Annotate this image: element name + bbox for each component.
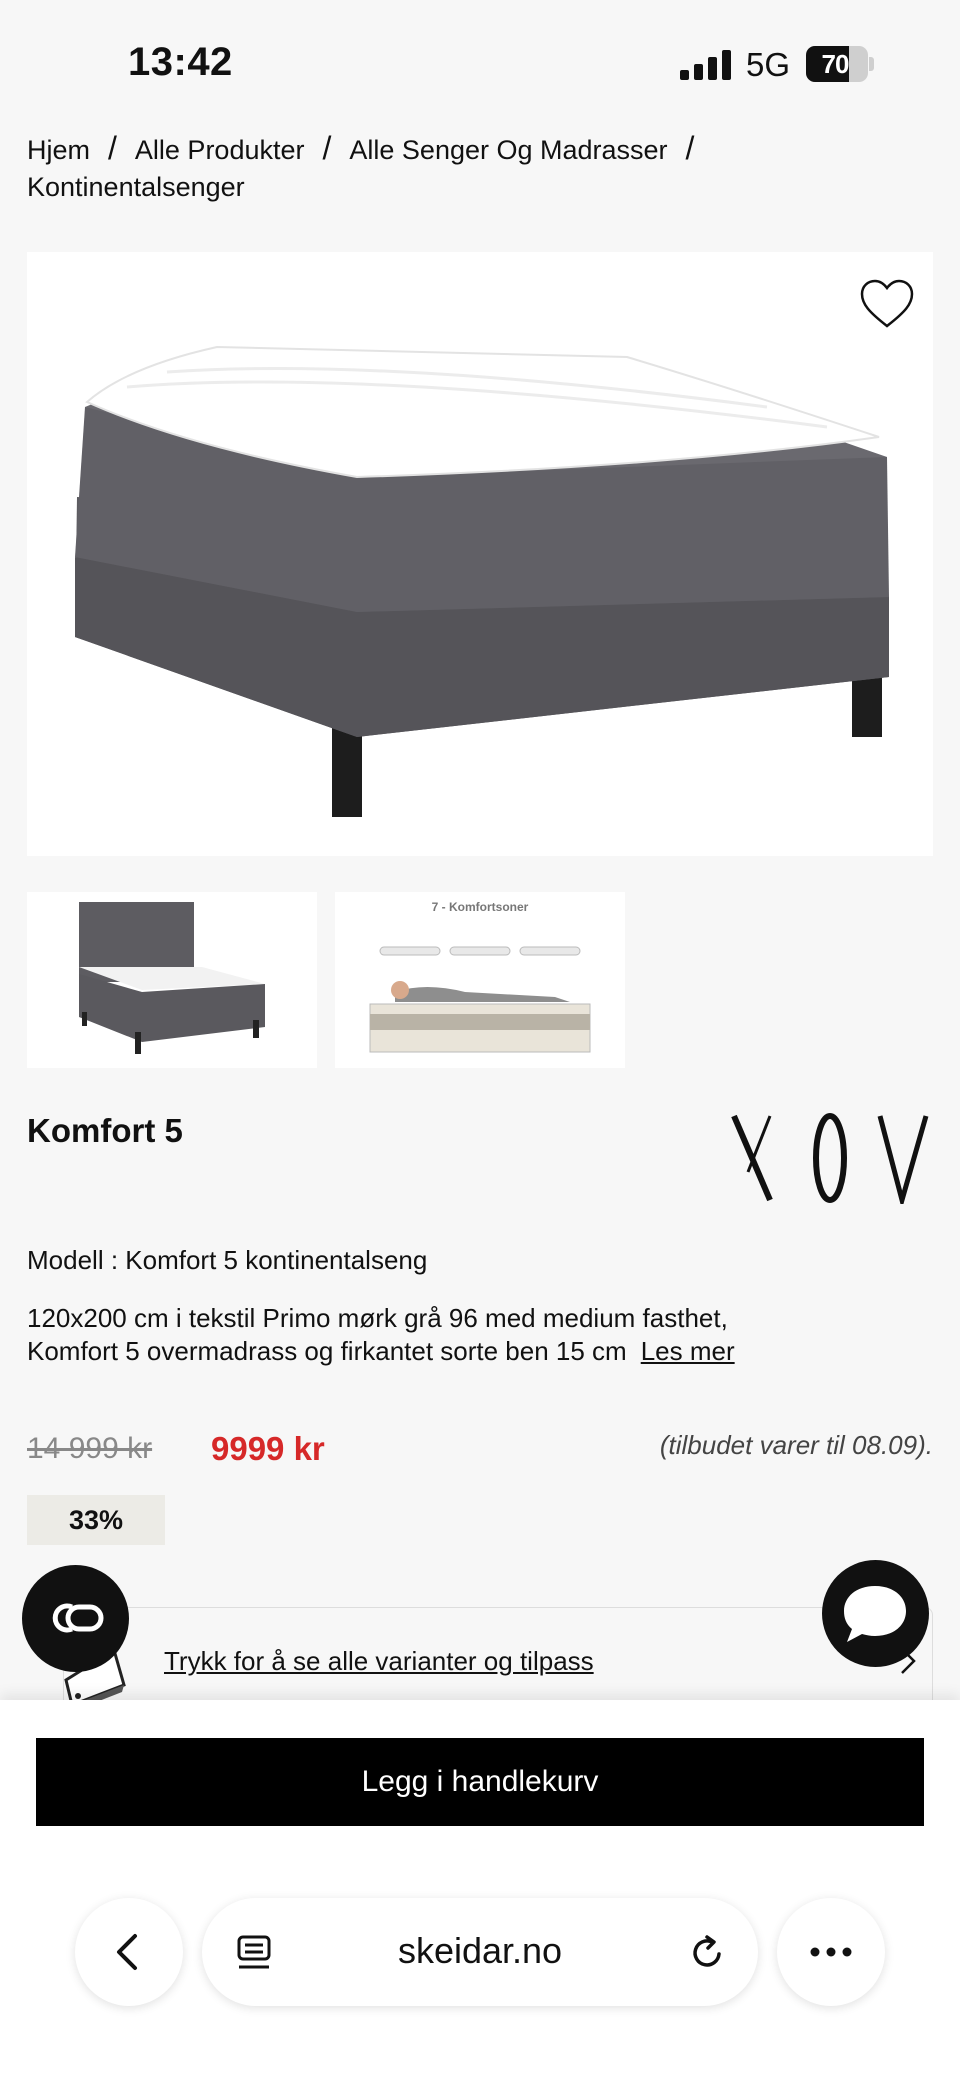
co-icon xyxy=(52,1603,104,1633)
status-bar: 13:42 5G 70 xyxy=(0,0,960,130)
breadcrumb-all-products[interactable]: Alle Produkter xyxy=(135,135,305,165)
variants-link[interactable]: Trykk for å se alle varianter og tilpass xyxy=(164,1646,594,1677)
back-button[interactable] xyxy=(75,1898,183,2006)
breadcrumb-home[interactable]: Hjem xyxy=(27,135,90,165)
thumbnail-comfort-zones[interactable]: 7 - Komfortsoner xyxy=(335,892,625,1068)
description-text: 120x200 cm i tekstil Primo mørk grå 96 m… xyxy=(27,1303,728,1366)
chat-button[interactable] xyxy=(822,1560,929,1667)
breadcrumb-separator: / xyxy=(322,130,332,166)
battery-icon: 70 xyxy=(806,46,874,82)
brand-logo xyxy=(731,1113,929,1204)
comfort-zones-image xyxy=(369,946,591,1053)
heart-icon[interactable] xyxy=(859,278,915,330)
read-more-link[interactable]: Les mer xyxy=(641,1336,735,1366)
more-icon xyxy=(810,1947,852,1957)
model-line: Modell : Komfort 5 kontinentalseng xyxy=(27,1245,428,1275)
add-to-cart-button[interactable]: Legg i handlekurv xyxy=(36,1738,924,1826)
status-time: 13:42 xyxy=(128,40,233,84)
thumbnail-bed[interactable] xyxy=(27,892,317,1068)
old-price: 14 999 kr xyxy=(27,1432,153,1465)
breadcrumb-separator: / xyxy=(108,130,117,166)
breadcrumb: Hjem / Alle Produkter / Alle Senger Og Madra… xyxy=(27,130,927,206)
product-description: 120x200 cm i tekstil Primo mørk grå 96 m… xyxy=(27,1302,787,1368)
reload-icon[interactable] xyxy=(688,1934,726,1972)
breadcrumb-beds-mattresses[interactable]: Alle Senger Og Madrasser xyxy=(349,135,667,165)
discount-badge: 33% xyxy=(27,1495,165,1545)
signal-icon xyxy=(680,50,731,80)
network-label: 5G xyxy=(746,46,791,83)
url-text: skeidar.no xyxy=(397,1930,563,1971)
product-main-image[interactable] xyxy=(27,252,933,856)
address-bar[interactable]: skeidar.no xyxy=(202,1898,758,2006)
chat-icon xyxy=(844,1586,906,1642)
co-button[interactable] xyxy=(22,1565,129,1672)
battery-percent: 70 xyxy=(821,49,850,79)
bed-thumbnail-image xyxy=(79,902,265,1054)
browser-toolbar: skeidar.no xyxy=(0,1880,960,2030)
breadcrumb-separator: / xyxy=(685,130,695,166)
product-title: Komfort 5 xyxy=(27,1112,183,1149)
thumbnail-title: 7 - Komfortsoner xyxy=(431,900,529,914)
bed-image xyxy=(75,345,889,817)
sale-price: 9999 kr xyxy=(211,1430,325,1467)
breadcrumb-continental-beds[interactable]: Kontinentalsenger xyxy=(27,172,245,202)
offer-note: (tilbudet varer til 08.09). xyxy=(659,1430,933,1460)
more-button[interactable] xyxy=(777,1898,885,2006)
back-icon xyxy=(117,1934,137,1970)
